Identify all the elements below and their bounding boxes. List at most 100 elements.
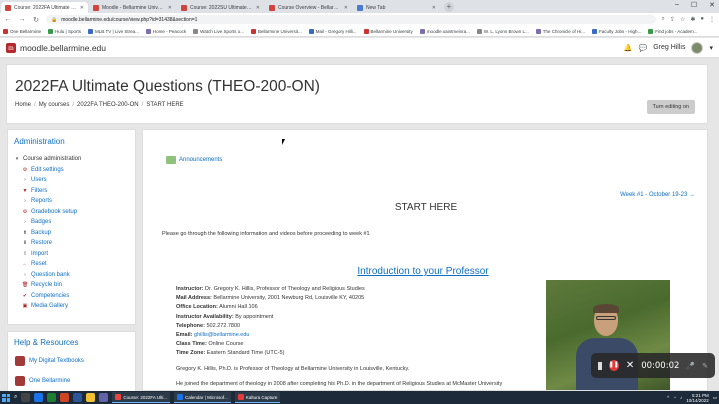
windows-start-icon[interactable]: [2, 393, 10, 402]
taskbar-item-chrome[interactable]: Course: 2022FA Ulti...: [112, 392, 171, 403]
bookmark-item[interactable]: Watch Live Sports o...: [193, 28, 244, 34]
bookmark-item[interactable]: Bellarmine Universit...: [251, 28, 302, 34]
file-explorer-icon[interactable]: [86, 393, 96, 402]
excel-icon[interactable]: [47, 393, 57, 402]
professor-intro-heading[interactable]: Introduction to your Professor: [143, 266, 703, 277]
admin-item-reset[interactable]: ← Reset: [14, 259, 81, 270]
browser-tab-4[interactable]: Course Overview - Bellarmine U ✕: [265, 2, 352, 13]
tab-close-icon[interactable]: ✕: [256, 5, 260, 11]
bookmark-item[interactable]: Hulu | Sports: [48, 28, 81, 34]
task-view-icon[interactable]: [21, 393, 31, 402]
minimize-icon[interactable]: –: [675, 1, 679, 9]
breadcrumb-separator: /: [72, 102, 75, 108]
bookmark-icon: [3, 28, 8, 34]
breadcrumb-home[interactable]: Home: [15, 102, 31, 108]
moodle-logo-icon[interactable]: m: [6, 42, 16, 53]
bookmark-item[interactable]: Home - Peacock: [145, 28, 186, 34]
menu-icon[interactable]: ⋮: [709, 16, 715, 23]
browser-tab-5[interactable]: New Tab ✕: [353, 2, 440, 13]
close-window-icon[interactable]: ✕: [709, 1, 715, 9]
admin-item-backup[interactable]: ⬆ Backup: [14, 228, 81, 239]
back-icon[interactable]: ←: [4, 16, 12, 23]
info-row-mail: Mail Address: Bellarmine University, 200…: [176, 295, 365, 302]
admin-item-competencies[interactable]: ✔ Competencies: [14, 291, 81, 302]
admin-item-recycle-bin[interactable]: 🗑 Recycle bin: [14, 280, 81, 291]
bookmark-item[interactable]: One Bellarmine: [3, 28, 41, 34]
wifi-icon[interactable]: ◔: [673, 395, 676, 400]
zoom-icon[interactable]: ⌕: [662, 16, 665, 23]
notifications-bell-icon[interactable]: 🔔: [624, 44, 633, 52]
admin-item-edit-settings[interactable]: ⚙ Edit settings: [14, 165, 81, 176]
browser-tab-2[interactable]: Moodle - Bellarmine University ✕: [89, 2, 176, 13]
help-item-digital-textbooks[interactable]: My Digital Textbooks: [15, 356, 84, 366]
share-icon[interactable]: ⇪: [670, 16, 675, 23]
textbook-icon: [15, 356, 25, 366]
stop-recording-button[interactable]: [598, 361, 602, 370]
tab-close-icon[interactable]: ✕: [432, 5, 436, 11]
volume-icon[interactable]: ♪: [680, 395, 682, 400]
tab-close-icon[interactable]: ✕: [80, 5, 84, 11]
chevron-up-icon[interactable]: ^: [667, 395, 669, 400]
admin-item-import[interactable]: ⇧ Import: [14, 249, 81, 260]
maximize-icon[interactable]: ☐: [691, 1, 697, 9]
browser-tab-1[interactable]: Course: 2022FA Ultimate Questi ✕: [1, 2, 88, 13]
email-link[interactable]: ghillis@bellarmine.edu: [194, 332, 249, 338]
outlook-icon[interactable]: [34, 393, 44, 402]
admin-item-restore[interactable]: ⬇ Restore: [14, 238, 81, 249]
chevron-down-icon[interactable]: ▾: [709, 44, 713, 52]
tab-close-icon[interactable]: ✕: [168, 5, 172, 11]
site-name[interactable]: moodle.bellarmine.edu: [20, 43, 106, 53]
address-bar[interactable]: 🔒 moodle.bellarmine.edu/course/view.php?…: [46, 15, 656, 24]
bookmark-item[interactable]: Bellarmine University: [363, 28, 413, 34]
pause-recording-button[interactable]: ❚❚: [608, 360, 619, 371]
new-tab-button[interactable]: +: [444, 2, 454, 12]
bookmark-item[interactable]: moodle.saintmeinra...: [419, 28, 470, 34]
help-item-one-bellarmine[interactable]: One Bellarmine: [15, 376, 70, 386]
messages-icon[interactable]: 💬: [638, 44, 647, 52]
admin-item-media-gallery[interactable]: ▣ Media Gallery: [14, 301, 81, 312]
turn-editing-on-button[interactable]: Turn editing on: [646, 100, 695, 114]
notifications-icon[interactable]: ▭: [713, 395, 717, 401]
admin-item-gradebook-setup[interactable]: ⚙ Gradebook setup: [14, 207, 81, 218]
forward-icon[interactable]: →: [18, 16, 26, 23]
avatar[interactable]: [691, 41, 704, 54]
next-section-link[interactable]: Week #1 - October 19-23 →: [620, 192, 695, 198]
user-name[interactable]: Greg Hillis: [653, 44, 685, 51]
profile-icon[interactable]: ●: [700, 16, 704, 23]
breadcrumb-course[interactable]: 2022FA THEO-200-ON: [77, 102, 139, 108]
tab-close-icon[interactable]: ✕: [344, 5, 348, 11]
announcements-link[interactable]: Announcements: [166, 156, 222, 164]
bookmark-item[interactable]: Mail - Gregory Hilli...: [308, 28, 357, 34]
bookmark-star-icon[interactable]: ☆: [680, 16, 685, 23]
powerpoint-icon[interactable]: [60, 393, 70, 402]
pen-icon[interactable]: ✎: [702, 362, 708, 370]
info-row-availability: Instructor Availability: By appointment: [176, 313, 274, 320]
admin-item-badges[interactable]: › Badges: [14, 217, 81, 228]
word-icon[interactable]: [73, 393, 83, 402]
admin-item-reports[interactable]: › Reports: [14, 196, 81, 207]
admin-item-question-bank[interactable]: › Question bank: [14, 270, 81, 281]
search-icon[interactable]: ⌕: [14, 394, 17, 401]
bookmark-item[interactable]: MLB.TV | Live Strea...: [87, 28, 139, 34]
course-administration-node[interactable]: ▾ Course administration: [14, 154, 82, 165]
gear-icon: ⚙: [22, 208, 28, 215]
taskbar-item-kaltura[interactable]: Kaltura Capture: [234, 392, 281, 403]
admin-item-filters[interactable]: ▼ Filters: [14, 186, 81, 197]
clock[interactable]: 5:21 PM 10/14/2022: [686, 393, 709, 403]
bookmark-item[interactable]: Faculty Jobs - High...: [591, 28, 641, 34]
extensions-icon[interactable]: ✱: [690, 16, 695, 23]
bookmark-item[interactable]: The Chronicle of Hi...: [535, 28, 585, 34]
taskbar-item-calendar[interactable]: Calendar | Microsof...: [174, 392, 231, 403]
bookmark-icon: [145, 28, 151, 34]
admin-item-users[interactable]: › Users: [14, 175, 81, 186]
microphone-icon[interactable]: 🎤: [686, 362, 695, 370]
teams-icon[interactable]: [99, 393, 109, 402]
bookmark-item[interactable]: W. L. Lyons Brown L...: [476, 28, 529, 34]
caret-right-icon: ›: [24, 271, 26, 278]
breadcrumb-my-courses[interactable]: My courses: [39, 102, 70, 108]
bookmark-item[interactable]: Find jobs - Academ...: [648, 28, 698, 34]
cancel-recording-icon[interactable]: ✕: [626, 360, 634, 371]
breadcrumb-section[interactable]: START HERE: [146, 102, 183, 108]
browser-tab-3[interactable]: Course: 2022SU Ultimate Questi ✕: [177, 2, 264, 13]
reload-icon[interactable]: ↻: [32, 16, 40, 24]
